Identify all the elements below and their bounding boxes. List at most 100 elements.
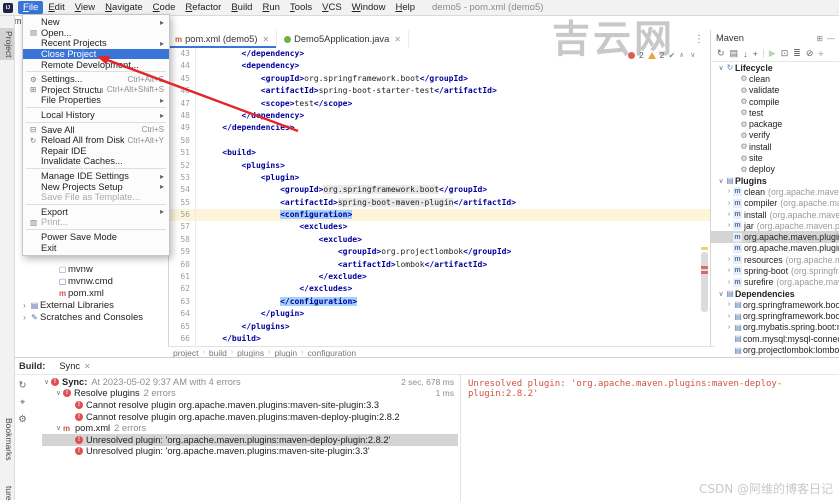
- editor-scrollbar[interactable]: [700, 48, 710, 346]
- editor-tab-demo5application-java[interactable]: Demo5Application.java✕: [277, 30, 409, 48]
- maven-node-plugins[interactable]: ∨▤Plugins: [711, 175, 839, 186]
- maven-plugin-row[interactable]: ›mcompiler(org.apache.maven: [711, 198, 839, 209]
- code-line[interactable]: 60 <artifactId>lombok</artifactId>: [168, 259, 710, 271]
- chevron-right-icon[interactable]: ›: [20, 301, 29, 310]
- menubar-item-window[interactable]: Window: [347, 1, 391, 14]
- menubar-item-vcs[interactable]: VCS: [317, 1, 347, 14]
- code-line[interactable]: 47 <scope>test</scope>: [168, 98, 710, 110]
- code-line[interactable]: 50: [168, 135, 710, 147]
- code-line[interactable]: 46 <artifactId>spring-boot-starter-test<…: [168, 85, 710, 97]
- menu-item-file-properties[interactable]: File Properties▸: [23, 95, 169, 106]
- menu-item-open[interactable]: ▤Open...: [23, 28, 169, 39]
- menu-item-reload-all-from-disk[interactable]: ↻Reload All from DiskCtrl+Alt+Y: [23, 135, 169, 146]
- menu-item-close-project[interactable]: Close Project: [23, 49, 169, 60]
- code-line[interactable]: 65 </plugins>: [168, 321, 710, 333]
- maven-dependency-row[interactable]: ›▤org.springframework.boot:s: [711, 299, 839, 310]
- maven-plugin-row[interactable]: ›mresources(org.apache.mave: [711, 254, 839, 265]
- breadcrumb-item-configuration[interactable]: configuration: [307, 348, 356, 358]
- menubar-item-edit[interactable]: Edit: [43, 1, 69, 14]
- chevron-icon[interactable]: ›: [725, 200, 733, 207]
- menu-item-power-save-mode[interactable]: Power Save Mode: [23, 232, 169, 243]
- maven-goal-validate[interactable]: ⚙validate: [711, 85, 839, 96]
- maven-goal-clean[interactable]: ⚙clean: [711, 73, 839, 84]
- maven-plugin-row[interactable]: ›msurefire(org.apache.maven.p: [711, 277, 839, 288]
- code-line[interactable]: 56 <configuration>: [168, 209, 710, 221]
- close-icon[interactable]: ✕: [394, 35, 401, 44]
- chevron-icon[interactable]: ›: [725, 267, 733, 274]
- menu-item-repair-ide[interactable]: Repair IDE: [23, 146, 169, 157]
- code-line[interactable]: 54 <groupId>org.springframework.boot</gr…: [168, 184, 710, 196]
- chevron-down-icon[interactable]: ∨: [54, 424, 63, 432]
- generate-sources-icon[interactable]: ▤: [730, 48, 739, 59]
- tree-item-scratches-and-consoles[interactable]: ›✎Scratches and Consoles: [14, 312, 168, 324]
- filter-settings-icon[interactable]: ⚙: [18, 414, 27, 425]
- chevron-right-icon[interactable]: ›: [20, 313, 29, 322]
- sidebar-tab-structure-partial[interactable]: ture: [0, 483, 14, 504]
- build-tree-row[interactable]: ∨mpom.xml2 errors: [42, 422, 458, 434]
- sidebar-tab-project[interactable]: Project: [0, 28, 14, 60]
- maven-dependency-row[interactable]: ›▤org.mybatis.spring.boot:myb: [711, 322, 839, 333]
- skip-tests-icon[interactable]: ⊘: [806, 48, 814, 59]
- chevron-icon[interactable]: ›: [725, 211, 733, 218]
- execute-goal-icon[interactable]: ⊡: [781, 48, 789, 59]
- chevron-icon[interactable]: ∨: [717, 64, 725, 72]
- code-line[interactable]: 64 </plugin>: [168, 308, 710, 320]
- build-tree-row[interactable]: ∨!Resolve plugins2 errors1 ms: [42, 388, 458, 400]
- maven-node-dependencies[interactable]: ∨▤Dependencies: [711, 288, 839, 299]
- maven-dependency-row[interactable]: ▤com.mysql:mysql-connector-: [711, 333, 839, 344]
- tree-item-mvnw-cmd[interactable]: ▢mvnw.cmd: [14, 275, 168, 287]
- code-line[interactable]: 59 <groupId>org.projectlombok</groupId>: [168, 246, 710, 258]
- chevron-icon[interactable]: ›: [725, 324, 733, 331]
- chevron-icon[interactable]: ›: [725, 188, 733, 195]
- restart-sync-icon[interactable]: ↻: [19, 380, 27, 391]
- menu-item-local-history[interactable]: Local History▸: [23, 110, 169, 121]
- maven-plugin-row[interactable]: ›mjar(org.apache.maven.plugin: [711, 220, 839, 231]
- menu-item-new-projects-setup[interactable]: New Projects Setup▸: [23, 181, 169, 192]
- maven-node-lifecycle[interactable]: ∨↻Lifecycle: [711, 62, 839, 73]
- code-line[interactable]: 45 <groupId>org.springframework.boot</gr…: [168, 73, 710, 85]
- chevron-icon[interactable]: ∨: [717, 177, 725, 185]
- maven-goal-site[interactable]: ⚙site: [711, 152, 839, 163]
- chevron-icon[interactable]: ∨: [717, 290, 725, 298]
- sidebar-tab-bookmarks[interactable]: Bookmarks: [0, 415, 14, 464]
- breadcrumb-item-project[interactable]: project: [173, 348, 199, 358]
- menu-item-project-structure[interactable]: ⊞Project Structure...Ctrl+Alt+Shift+S: [23, 85, 169, 96]
- close-icon[interactable]: ✕: [84, 362, 91, 371]
- add-maven-project-icon[interactable]: +: [753, 49, 758, 59]
- menubar-item-file[interactable]: File: [18, 1, 43, 14]
- build-tree-row[interactable]: !Cannot resolve plugin org.apache.maven.…: [42, 411, 458, 423]
- breadcrumb-item-build[interactable]: build: [209, 348, 227, 358]
- code-line[interactable]: 66 </build>: [168, 333, 710, 345]
- menubar-item-view[interactable]: View: [70, 1, 100, 14]
- maven-goal-deploy[interactable]: ⚙deploy: [711, 164, 839, 175]
- menubar-item-code[interactable]: Code: [148, 1, 181, 14]
- maven-plugin-row[interactable]: morg.apache.maven.plugins:m: [711, 243, 839, 254]
- code-editor[interactable]: 43 </dependency>44 <dependency>45 <group…: [168, 48, 710, 346]
- chevron-icon[interactable]: ›: [725, 301, 733, 308]
- maven-hide-icon[interactable]: —: [827, 34, 835, 43]
- code-line[interactable]: 52 <plugins>: [168, 160, 710, 172]
- chevron-icon[interactable]: ›: [725, 222, 733, 229]
- menubar-item-build[interactable]: Build: [226, 1, 257, 14]
- breadcrumb-item-plugin[interactable]: plugin: [274, 348, 297, 358]
- code-line[interactable]: 53 <plugin>: [168, 172, 710, 184]
- chevron-down-icon[interactable]: ∨: [54, 389, 63, 397]
- close-icon[interactable]: ✕: [262, 35, 269, 44]
- menubar-item-refactor[interactable]: Refactor: [180, 1, 226, 14]
- pin-icon[interactable]: ⌖: [20, 397, 25, 408]
- code-line[interactable]: 57 <excludes>: [168, 221, 710, 233]
- code-line[interactable]: 61 </exclude>: [168, 271, 710, 283]
- tab-options-icon[interactable]: ⋮: [688, 34, 710, 45]
- code-line[interactable]: 63 </configuration>: [168, 296, 710, 308]
- maven-goal-test[interactable]: ⚙test: [711, 107, 839, 118]
- menu-item-new[interactable]: New▸: [23, 17, 169, 28]
- maven-goal-install[interactable]: ⚙install: [711, 141, 839, 152]
- error-stripe-mark[interactable]: [701, 266, 708, 269]
- download-sources-icon[interactable]: ↓: [743, 49, 748, 59]
- build-tree-row[interactable]: !Unresolved plugin: 'org.apache.maven.pl…: [42, 434, 458, 446]
- menubar-item-navigate[interactable]: Navigate: [100, 1, 148, 14]
- scrollbar-thumb[interactable]: [701, 252, 708, 312]
- build-tree-row[interactable]: !Cannot resolve plugin org.apache.maven.…: [42, 399, 458, 411]
- maven-layout-icon[interactable]: ⊞: [816, 34, 823, 43]
- maven-plugin-row[interactable]: ›mspring-boot(org.springfram: [711, 265, 839, 276]
